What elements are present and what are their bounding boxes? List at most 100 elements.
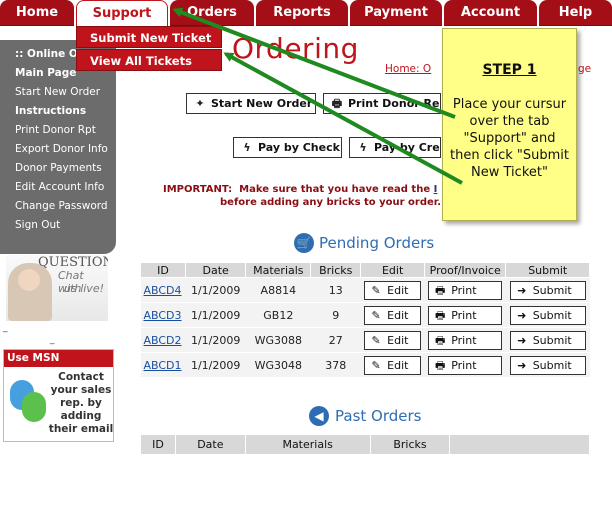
sidebar-item-start-new-order[interactable]: Start New Order <box>15 86 100 98</box>
col-header-date: Date <box>174 434 246 455</box>
ad-underscore-link[interactable]: _ <box>3 323 8 333</box>
print-label: Print <box>451 333 477 347</box>
live-chat-ad[interactable]: QUESTIONS? Chat with us live! <box>6 255 108 321</box>
important-link[interactable]: I <box>434 184 438 195</box>
print-button[interactable]: 🖶 Print <box>428 330 503 350</box>
print-button[interactable]: 🖶 Print <box>428 305 503 325</box>
sidebar-item-print-donor-rpt[interactable]: Print Donor Rpt <box>15 124 96 136</box>
start-new-order-button[interactable]: ✦ Start New Order <box>186 93 316 114</box>
submit-label: Submit <box>532 333 572 347</box>
tab-reports[interactable]: Reports <box>256 0 348 26</box>
start-new-order-label: Start New Order <box>211 97 313 110</box>
tab-payment[interactable]: Payment <box>350 0 442 26</box>
menu-item-view-all-tickets[interactable]: View All Tickets <box>76 49 222 71</box>
order-id-link[interactable]: ABCD1 <box>140 352 186 378</box>
page-root: Home Support Orders Reports Payment Acco… <box>0 0 612 505</box>
tab-orders[interactable]: Orders <box>170 0 254 26</box>
print-label: Print <box>451 358 477 372</box>
pencil-icon: ✎ <box>371 308 381 322</box>
top-nav: Home Support Orders Reports Payment Acco… <box>0 0 612 27</box>
tab-account[interactable]: Account <box>444 0 537 26</box>
submit-label: Submit <box>532 358 572 372</box>
printer-icon: 🖶 <box>435 333 446 347</box>
col-header-materials: Materials <box>245 262 312 278</box>
star-icon: ✦ <box>195 97 205 110</box>
breadcrumb-home-link[interactable]: Home <box>385 63 416 75</box>
table-row: ABCD4 1/1/2009 A8814 13 ✎ Edit 🖶 Print ➜ Su… <box>140 277 590 303</box>
past-header-row: ID Date Materials Bricks <box>140 434 590 455</box>
sidebar-item-change-password[interactable]: Change Password <box>15 200 108 212</box>
col-header-bricks: Bricks <box>369 434 451 455</box>
important-notice: IMPORTANT: Make sure that you have read … <box>163 183 441 209</box>
important-label: IMPORTANT: <box>163 184 233 195</box>
col-header-id: ID <box>140 434 176 455</box>
tab-support[interactable]: Support <box>76 0 168 26</box>
support-dropdown: Submit New Ticket View All Tickets <box>76 26 222 72</box>
print-donor-report-label: Print Donor Rep <box>348 97 441 110</box>
edit-label: Edit <box>387 283 409 297</box>
important-text-1: Make sure that you have read the <box>239 184 431 195</box>
order-date: 1/1/2009 <box>185 302 246 328</box>
step-instruction-note: STEP 1 Place your cursur over the tab "S… <box>442 28 577 221</box>
arrow-right-icon: ➜ <box>517 283 527 297</box>
submit-label: Submit <box>532 283 572 297</box>
order-bricks: 27 <box>310 327 361 353</box>
menu-item-submit-new-ticket[interactable]: Submit New Ticket <box>76 26 222 48</box>
tab-help[interactable]: Help <box>539 0 612 26</box>
sidebar-item-edit-account-info[interactable]: Edit Account Info <box>15 181 104 193</box>
order-date: 1/1/2009 <box>185 327 246 353</box>
order-bricks: 9 <box>310 302 361 328</box>
pending-orders-title: Pending Orders <box>319 234 435 252</box>
order-id-link[interactable]: ABCD2 <box>140 327 186 353</box>
order-date: 1/1/2009 <box>185 277 246 303</box>
page-title: Ordering <box>232 32 359 65</box>
support-agent-image <box>8 263 52 321</box>
order-date: 1/1/2009 <box>185 352 246 378</box>
print-button[interactable]: 🖶 Print <box>428 280 503 300</box>
sidebar: :: Online O Main Page Start New Order In… <box>0 40 116 254</box>
table-row: ABCD3 1/1/2009 GB12 9 ✎ Edit 🖶 Print ➜ Subm… <box>140 302 590 328</box>
pencil-icon: ✎ <box>371 358 381 372</box>
sidebar-item-export-donor-info[interactable]: Export Donor Info <box>15 143 108 155</box>
table-row: ABCD2 1/1/2009 WG3088 27 ✎ Edit 🖶 Print ➜ S… <box>140 327 590 353</box>
edit-button[interactable]: ✎ Edit <box>364 330 422 350</box>
edit-button[interactable]: ✎ Edit <box>364 305 422 325</box>
tab-home[interactable]: Home <box>0 0 74 26</box>
col-header-proof-invoice: Proof/Invoice <box>423 262 507 278</box>
sidebar-item-main-page[interactable]: Main Page <box>15 67 76 79</box>
printer-icon: 🖶 <box>435 283 446 297</box>
msn-messenger-ad[interactable]: Use MSN Messenger? Contact your sales re… <box>3 349 114 442</box>
order-materials: WG3048 <box>245 352 311 378</box>
print-label: Print <box>451 308 477 322</box>
pay-by-check-button[interactable]: ϟ Pay by Check <box>233 137 342 158</box>
print-donor-report-button[interactable]: 🖶 Print Donor Rep <box>323 93 441 114</box>
ad-questions-heading: QUESTIONS? <box>38 255 108 270</box>
step-heading: STEP 1 <box>482 62 537 78</box>
pay-by-credit-button[interactable]: ϟ Pay by Cre <box>349 137 441 158</box>
order-bricks: 378 <box>310 352 361 378</box>
lightning-icon-2: ϟ <box>359 141 367 154</box>
printer-icon: 🖶 <box>435 308 446 322</box>
sidebar-online-heading: :: Online O <box>15 48 78 60</box>
arrow-right-icon: ➜ <box>517 358 527 372</box>
breadcrumb-rest[interactable]: : O <box>416 63 431 75</box>
sidebar-item-sign-out[interactable]: Sign Out <box>15 219 60 231</box>
back-arrow-icon: ◀ <box>309 406 329 426</box>
submit-button[interactable]: ➜ Submit <box>509 330 586 350</box>
print-button[interactable]: 🖶 Print <box>428 355 503 375</box>
order-id-link[interactable]: ABCD3 <box>140 302 186 328</box>
order-id-link[interactable]: ABCD4 <box>140 277 186 303</box>
order-materials: A8814 <box>245 277 311 303</box>
edit-button[interactable]: ✎ Edit <box>364 280 422 300</box>
pay-by-check-label: Pay by Check <box>258 141 340 154</box>
submit-button[interactable]: ➜ Submit <box>509 305 586 325</box>
col-header-edit: Edit <box>360 262 425 278</box>
submit-button[interactable]: ➜ Submit <box>509 280 586 300</box>
printer-icon: 🖶 <box>435 358 446 372</box>
sidebar-item-instructions[interactable]: Instructions <box>15 105 86 117</box>
edit-button[interactable]: ✎ Edit <box>364 355 422 375</box>
important-text-2: before adding any bricks to your order. <box>220 197 442 208</box>
submit-button[interactable]: ➜ Submit <box>509 355 586 375</box>
ad-underscore-link-2[interactable]: _ <box>50 335 55 345</box>
sidebar-item-donor-payments[interactable]: Donor Payments <box>15 162 102 174</box>
